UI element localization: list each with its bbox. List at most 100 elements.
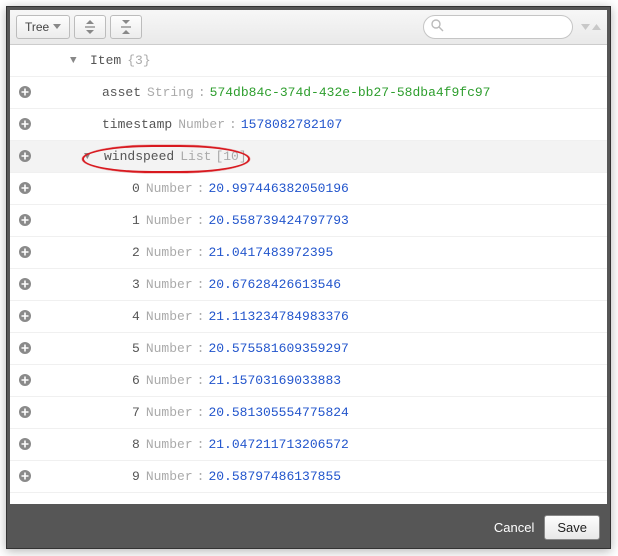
tree-node-windspeed-item[interactable]: 9 Number:20.58797486137855 [10,461,607,493]
node-index: 7 [132,405,140,420]
node-value: 21.113234784983376 [208,309,348,324]
node-key: asset [102,85,141,100]
node-index: 5 [132,341,140,356]
tree-node-windspeed-item[interactable]: 7 Number:20.581305554775824 [10,397,607,429]
collapse-all-button[interactable] [110,15,142,39]
node-type: Number [146,405,193,420]
colon: : [197,277,205,292]
node-key: windspeed [104,149,174,164]
tree-node-windspeed-item[interactable]: 8 Number:21.047211713206572 [10,429,607,461]
colon: : [197,309,205,324]
search-input[interactable] [423,15,573,39]
add-icon[interactable] [18,373,34,389]
node-value: 20.581305554775824 [208,405,348,420]
node-index: 0 [132,181,140,196]
node-value: 20.58797486137855 [208,469,341,484]
add-icon[interactable] [18,309,34,325]
node-index: 8 [132,437,140,452]
add-icon[interactable] [18,277,34,293]
node-index: 6 [132,373,140,388]
tree-node-windspeed[interactable]: ▼ windspeed List [10] [10,141,607,173]
node-value: 20.997446382050196 [208,181,348,196]
colon: : [229,117,237,132]
add-icon[interactable] [18,405,34,421]
search-options[interactable] [581,24,601,31]
toolbar: Tree [10,10,607,45]
node-value: 21.047211713206572 [208,437,348,452]
expand-icon [83,20,97,34]
search-icon [431,19,444,35]
add-icon[interactable] [18,341,34,357]
node-index: 1 [132,213,140,228]
view-mode-label: Tree [25,20,49,34]
node-value: 21.0417483972395 [208,245,333,260]
node-key: timestamp [102,117,172,132]
node-type: Number [146,213,193,228]
colon: : [197,469,205,484]
add-icon[interactable] [18,181,34,197]
tree-node-windspeed-item[interactable]: 0 Number:20.997446382050196 [10,173,607,205]
add-icon[interactable] [18,117,34,133]
colon: : [197,437,205,452]
node-value: 1578082782107 [241,117,342,132]
tree-viewer: ▼ Item {3} asset String : 574db84c-374d-… [10,45,607,504]
node-value: 20.558739424797793 [208,213,348,228]
node-type: Number [146,309,193,324]
chevron-down-icon [53,24,61,30]
tree-node-asset[interactable]: asset String : 574db84c-374d-432e-bb27-5… [10,77,607,109]
node-type: Number [146,277,193,292]
tree-node-windspeed-item[interactable]: 6Number:21.15703169033883 [10,365,607,397]
node-index: 2 [132,245,140,260]
colon: : [197,405,205,420]
node-index: 4 [132,309,140,324]
editor-dialog: Tree [6,6,611,549]
editor-inner: Tree [10,10,607,504]
node-key: Item [90,53,121,68]
node-type: Number [146,181,193,196]
node-index: 3 [132,277,140,292]
tree-node-windspeed-item[interactable]: 5 Number:20.575581609359297 [10,333,607,365]
node-count: [10] [215,149,246,164]
tree-node-root[interactable]: ▼ Item {3} [10,45,607,77]
tree-node-windspeed-item[interactable]: 1 Number:20.558739424797793 [10,205,607,237]
colon: : [198,85,206,100]
colon: : [197,341,205,356]
expand-all-button[interactable] [74,15,106,39]
colon: : [197,245,205,260]
tree-node-windspeed-item[interactable]: 3 Number:20.67628426613546 [10,269,607,301]
node-type: Number [146,469,193,484]
dialog-footer: Cancel Save [7,507,610,548]
colon: : [197,181,205,196]
colon: : [197,213,205,228]
search-box [423,15,573,39]
add-icon[interactable] [18,437,34,453]
add-icon[interactable] [18,213,34,229]
node-value: 20.575581609359297 [208,341,348,356]
node-type: Number [146,245,193,260]
cancel-button[interactable]: Cancel [494,520,534,535]
node-value: 20.67628426613546 [208,277,341,292]
node-type: Number [146,373,193,388]
node-value: 21.15703169033883 [208,373,341,388]
node-index: 9 [132,469,140,484]
node-type: String [147,85,194,100]
add-icon[interactable] [18,469,34,485]
add-icon[interactable] [18,85,34,101]
collapse-toggle[interactable]: ▼ [84,151,98,163]
node-type: Number [146,341,193,356]
save-button[interactable]: Save [544,515,600,540]
node-count: {3} [127,53,150,68]
add-icon[interactable] [18,149,34,165]
tree-node-windspeed-item[interactable]: 4 Number:21.113234784983376 [10,301,607,333]
collapse-toggle[interactable]: ▼ [70,55,84,67]
add-icon[interactable] [18,245,34,261]
node-type: Number [178,117,225,132]
triangle-down-icon [581,24,590,31]
collapse-icon [119,20,133,34]
tree-node-windspeed-item[interactable]: 2 Number:21.0417483972395 [10,237,607,269]
view-mode-dropdown[interactable]: Tree [16,15,70,39]
triangle-up-icon [592,24,601,31]
tree-node-timestamp[interactable]: timestamp Number : 1578082782107 [10,109,607,141]
node-value: 574db84c-374d-432e-bb27-58dba4f9fc97 [210,85,491,100]
node-type: Number [146,437,193,452]
